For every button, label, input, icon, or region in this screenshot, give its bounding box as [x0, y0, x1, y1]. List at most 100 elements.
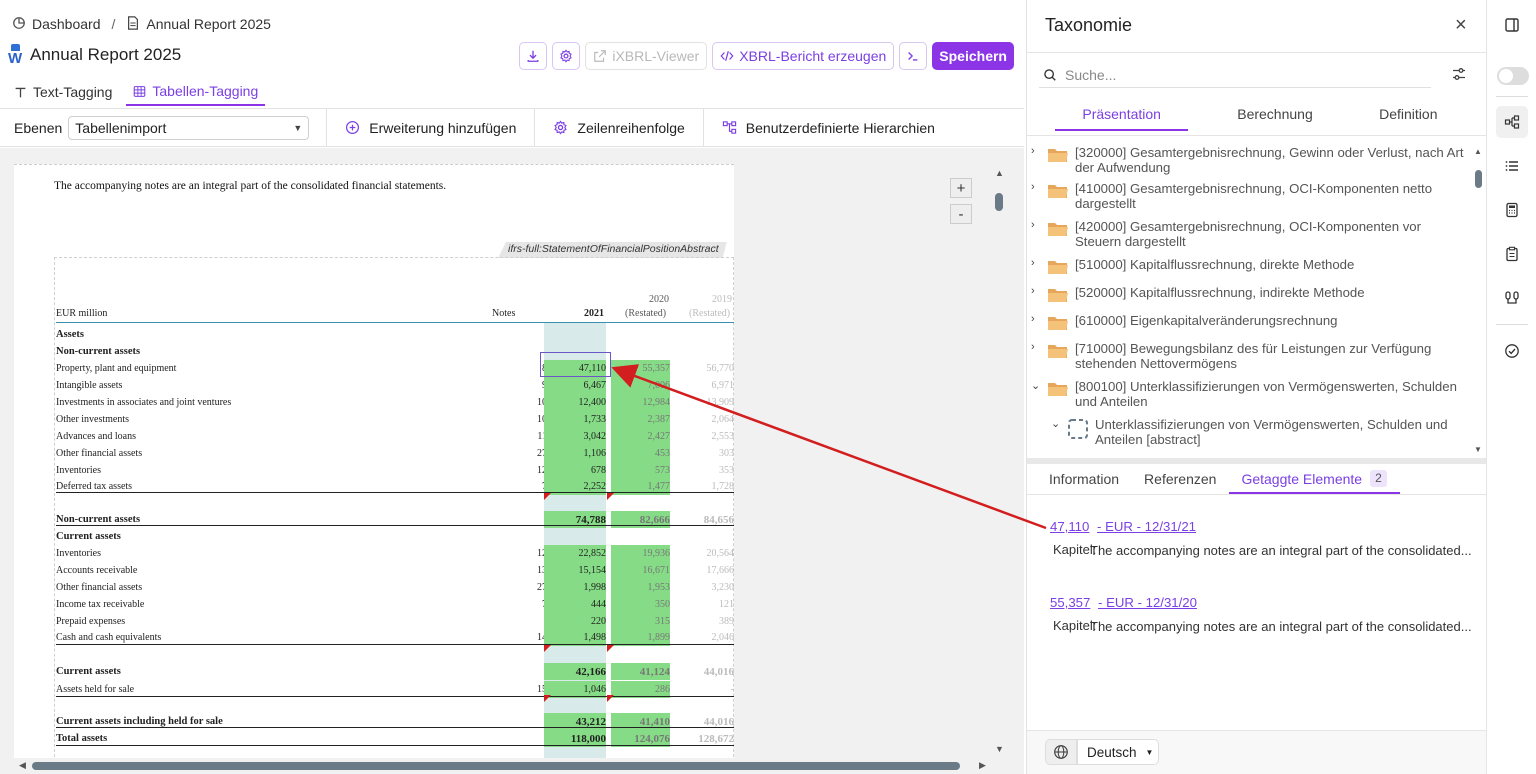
list-button[interactable]: [1496, 150, 1528, 182]
mode-toggle[interactable]: [1497, 67, 1529, 85]
tagged-cell-2021[interactable]: 6,467: [544, 377, 606, 394]
tagged-cell-2020[interactable]: 2,387: [611, 411, 670, 428]
calculation-flag-icon[interactable]: [544, 695, 551, 702]
tagged-cell-2020[interactable]: 453: [611, 445, 670, 462]
selected-cell-outline[interactable]: [540, 352, 611, 377]
generate-xbrl-report-button[interactable]: XBRL-Bericht erzeugen: [712, 42, 895, 70]
tagged-cell-2021[interactable]: 1,733: [544, 411, 606, 428]
tab-calculation[interactable]: Berechnung: [1208, 106, 1341, 131]
chevron-down-icon[interactable]: ⌄: [1031, 379, 1040, 392]
chevron-right-icon[interactable]: ›: [1031, 145, 1035, 157]
ixbrl-viewer-button[interactable]: iXBRL-Viewer: [585, 42, 708, 70]
tagged-cell-2020[interactable]: 16,671: [611, 562, 670, 579]
tagged-cell-2020[interactable]: 41,124: [611, 663, 670, 680]
tagged-cell-2021[interactable]: 678: [544, 462, 606, 479]
tagged-value-link[interactable]: 55,357: [1050, 595, 1090, 610]
tagged-context-link[interactable]: - EUR - 12/31/21: [1097, 519, 1196, 534]
folder-icon: [1048, 261, 1068, 274]
chevron-right-icon[interactable]: ›: [1031, 181, 1035, 193]
language-select[interactable]: Deutsch ▼: [1077, 739, 1159, 765]
globe-icon[interactable]: [1045, 739, 1077, 765]
zoom-out-button[interactable]: -: [950, 204, 972, 224]
tab-presentation[interactable]: Präsentation: [1055, 106, 1189, 131]
clipboard-button[interactable]: [1496, 238, 1528, 270]
scroll-right-arrow-icon[interactable]: ▶: [979, 760, 986, 771]
chevron-right-icon[interactable]: ›: [1031, 313, 1035, 325]
mapping-button[interactable]: [1496, 282, 1528, 314]
add-extension-button[interactable]: Erweiterung hinzufügen: [327, 109, 534, 147]
tagged-cell-2020[interactable]: 7,006: [611, 377, 670, 394]
scroll-down-arrow-icon[interactable]: ▼: [995, 744, 1004, 754]
row-label: Property, plant and equipment: [56, 363, 177, 374]
tagged-cell-2020[interactable]: 55,357: [611, 360, 670, 377]
tagged-cell-2020[interactable]: 315: [611, 613, 670, 630]
calculation-flag-icon[interactable]: [607, 695, 614, 702]
tab-information[interactable]: Information: [1037, 464, 1132, 494]
taxonomy-search[interactable]: Suche...: [1039, 62, 1431, 88]
breadcrumb-current: Annual Report 2025: [146, 16, 271, 32]
chevron-down-icon[interactable]: ⌄: [1051, 417, 1060, 430]
tab-text-tagging-label: Text-Tagging: [33, 84, 113, 100]
levels-select[interactable]: Tabellenimport ▼: [68, 115, 310, 140]
custom-hierarchies-button[interactable]: Benutzerdefinierte Hierarchien: [704, 109, 953, 147]
tree-node-label: [800100] Unterklassifizierungen von Verm…: [1075, 379, 1457, 409]
tagged-cell-2020[interactable]: 573: [611, 462, 670, 479]
search-input[interactable]: Suche...: [1065, 67, 1116, 83]
chevron-right-icon[interactable]: ›: [1031, 219, 1035, 231]
tagged-cell-2021[interactable]: 15,154: [544, 562, 606, 579]
tagged-cell-2020[interactable]: 19,936: [611, 545, 670, 562]
tagged-cell-2020[interactable]: 2,427: [611, 428, 670, 445]
horizontal-scrollbar-thumb[interactable]: [32, 762, 960, 770]
calculation-flag-icon[interactable]: [544, 645, 551, 652]
row-note: 12: [537, 548, 547, 559]
chevron-right-icon[interactable]: ›: [1031, 341, 1035, 353]
tab-definition[interactable]: Definition: [1342, 106, 1475, 131]
folder-icon: [1048, 185, 1068, 198]
tagged-cell-2021[interactable]: 3,042: [544, 428, 606, 445]
breadcrumb-dashboard-link[interactable]: Dashboard: [32, 16, 101, 32]
vertical-scrollbar-thumb[interactable]: [995, 193, 1003, 211]
tab-references[interactable]: Referenzen: [1132, 464, 1229, 494]
tagged-cell-2020[interactable]: 1,953: [611, 579, 670, 596]
table-tag-label[interactable]: ifrs-full:StatementOfFinancialPositionAb…: [498, 242, 727, 258]
calculation-flag-icon[interactable]: [607, 493, 614, 500]
tagged-cell-2021[interactable]: 220: [544, 613, 606, 630]
filter-sliders-icon[interactable]: [1451, 66, 1467, 87]
calculation-flag-icon[interactable]: [607, 645, 614, 652]
tree-node-label: [320000] Gesamtergebnisrechnung, Gewinn …: [1075, 145, 1464, 175]
tagged-cell-2021[interactable]: 1,106: [544, 445, 606, 462]
scroll-left-arrow-icon[interactable]: ◀: [19, 760, 26, 771]
taxonomy-button[interactable]: [1496, 106, 1528, 138]
scroll-up-arrow-icon[interactable]: ▲: [995, 168, 1004, 178]
validation-button[interactable]: [1496, 335, 1528, 367]
chevron-right-icon[interactable]: ›: [1031, 285, 1035, 297]
calculation-flag-icon[interactable]: [544, 493, 551, 500]
terminal-button[interactable]: [899, 42, 928, 70]
tagged-cell-2021[interactable]: 22,852: [544, 545, 606, 562]
chevron-right-icon[interactable]: ›: [1031, 257, 1035, 269]
value-2021: 1,733: [583, 414, 607, 425]
tab-tagged-elements[interactable]: Getaggte Elemente 2: [1229, 464, 1400, 494]
close-icon[interactable]: ×: [1455, 14, 1467, 37]
tab-table-tagging[interactable]: Tabellen-Tagging: [126, 78, 266, 106]
tree-scrollbar-thumb[interactable]: [1475, 170, 1482, 188]
tagged-cell-2021[interactable]: 12,400: [544, 394, 606, 411]
tree-scroll-up-icon[interactable]: ▲: [1474, 147, 1482, 156]
tab-text-tagging[interactable]: Text-Tagging: [12, 78, 114, 106]
download-button[interactable]: [519, 42, 548, 70]
toggle-panel-button[interactable]: [1496, 9, 1528, 41]
tagged-context-link[interactable]: - EUR - 12/31/20: [1098, 595, 1197, 610]
settings-button[interactable]: [552, 42, 581, 70]
row-order-button[interactable]: Zeilenreihenfolge: [535, 109, 702, 147]
tagged-cell-2021[interactable]: 1,998: [544, 579, 606, 596]
tagged-value-link[interactable]: 47,110: [1050, 519, 1089, 534]
save-button[interactable]: Speichern: [932, 42, 1014, 70]
tree-scroll-down-icon[interactable]: ▼: [1474, 445, 1482, 454]
value-2021: 3,042: [583, 431, 607, 442]
zoom-in-button[interactable]: +: [950, 178, 972, 198]
calculator-button[interactable]: [1496, 194, 1528, 226]
tagged-cell-2020[interactable]: 350: [611, 596, 670, 613]
tagged-cell-2021[interactable]: 42,166: [544, 663, 606, 680]
tagged-cell-2021[interactable]: 444: [544, 596, 606, 613]
tagged-cell-2020[interactable]: 12,984: [611, 394, 670, 411]
